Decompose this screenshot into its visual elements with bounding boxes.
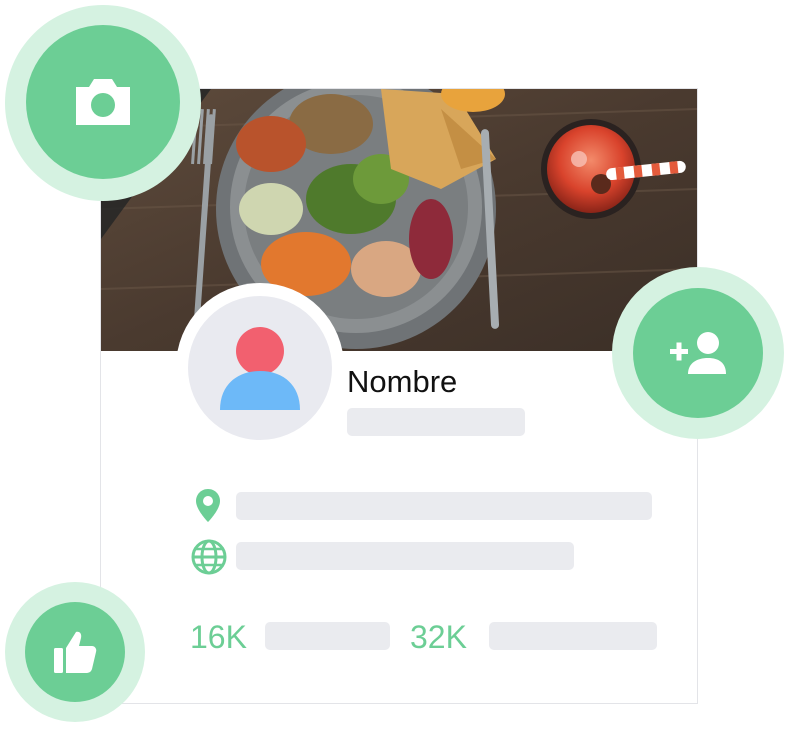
subtitle-placeholder xyxy=(347,408,525,436)
camera-icon xyxy=(76,79,130,125)
user-silhouette-icon xyxy=(220,327,300,410)
like-button[interactable] xyxy=(25,602,125,702)
website-placeholder xyxy=(236,542,574,570)
profile-name: Nombre xyxy=(347,364,458,399)
camera-button[interactable] xyxy=(26,25,180,179)
location-placeholder xyxy=(236,492,652,520)
globe-icon xyxy=(191,539,227,575)
followers-label-placeholder xyxy=(265,622,390,650)
avatar[interactable] xyxy=(188,296,332,440)
location-pin-icon xyxy=(196,489,220,522)
followers-count: 16K xyxy=(190,619,247,655)
add-user-icon xyxy=(670,332,726,374)
following-count: 32K xyxy=(410,619,467,655)
add-friend-button[interactable] xyxy=(633,288,763,418)
following-label-placeholder xyxy=(489,622,657,650)
thumbs-up-icon xyxy=(54,631,97,673)
